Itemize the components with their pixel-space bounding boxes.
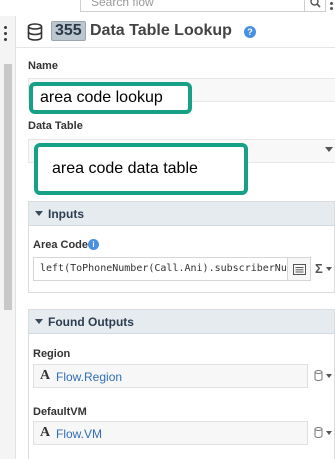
scrollbar-thumb[interactable] bbox=[4, 64, 12, 310]
left-rail bbox=[0, 16, 16, 459]
chevron-down-icon bbox=[326, 267, 332, 271]
more-menu-icon[interactable] bbox=[326, 0, 335, 16]
database-icon bbox=[27, 23, 43, 41]
step-number-badge: 355 bbox=[51, 21, 86, 41]
string-type-icon: A bbox=[40, 425, 51, 440]
region-variable-input[interactable]: A Flow.Region bbox=[33, 364, 308, 388]
chevron-down-icon bbox=[326, 374, 332, 378]
database-icon bbox=[314, 427, 323, 438]
properties-panel: 355 Data Table Lookup ? Name area code l… bbox=[16, 16, 335, 459]
region-variable-menu[interactable] bbox=[311, 364, 335, 388]
data-table-label: Data Table bbox=[28, 120, 83, 132]
search-button[interactable] bbox=[304, 0, 326, 12]
default-vm-label: DefaultVM bbox=[33, 406, 87, 418]
region-variable: Flow.Region bbox=[56, 370, 123, 384]
area-code-expression: left(ToPhoneNumber(Call.Ani).subscriberN… bbox=[40, 263, 288, 274]
default-vm-variable-menu[interactable] bbox=[311, 421, 335, 445]
search-placeholder: Search flow bbox=[91, 0, 154, 9]
expression-editor-icon bbox=[293, 264, 306, 275]
info-icon[interactable]: i bbox=[88, 239, 99, 250]
inputs-panel: Inputs Area Code i left(ToPhoneNumber(Ca… bbox=[28, 201, 335, 293]
page-title: Data Table Lookup bbox=[90, 22, 232, 39]
found-outputs-panel-title: Found Outputs bbox=[48, 315, 134, 329]
top-bar: Search flow bbox=[0, 0, 335, 16]
expression-editor-button[interactable] bbox=[287, 257, 311, 281]
inputs-panel-title: Inputs bbox=[48, 207, 84, 221]
data-table-value-callout[interactable]: area code data table bbox=[34, 143, 248, 195]
drag-handle-icon[interactable] bbox=[4, 26, 7, 44]
name-input[interactable]: area code lookup bbox=[29, 82, 192, 114]
default-vm-variable-input[interactable]: A Flow.VM bbox=[33, 421, 308, 445]
panel-header: 355 Data Table Lookup ? bbox=[16, 16, 335, 48]
area-code-label: Area Code bbox=[33, 239, 89, 251]
collapse-caret-icon bbox=[35, 319, 43, 324]
help-icon[interactable]: ? bbox=[244, 26, 256, 38]
sigma-icon: Σ bbox=[315, 261, 323, 276]
data-table-value: area code data table bbox=[52, 160, 198, 177]
name-value: area code lookup bbox=[40, 89, 163, 106]
database-icon bbox=[314, 370, 323, 381]
collapse-caret-icon bbox=[35, 211, 43, 216]
found-outputs-panel: Found Outputs Region A Flow.Region Defau… bbox=[28, 309, 335, 459]
name-label: Name bbox=[28, 60, 58, 72]
default-vm-variable: Flow.VM bbox=[56, 427, 103, 441]
inputs-panel-header[interactable]: Inputs bbox=[29, 202, 334, 226]
search-icon bbox=[310, 0, 321, 8]
chevron-down-icon bbox=[325, 147, 333, 152]
string-type-icon: A bbox=[40, 368, 51, 383]
region-label: Region bbox=[33, 348, 71, 360]
area-code-expression-input[interactable]: left(ToPhoneNumber(Call.Ani).subscriberN… bbox=[33, 257, 288, 281]
sigma-menu-button[interactable]: Σ bbox=[312, 257, 334, 281]
search-input[interactable]: Search flow bbox=[80, 0, 305, 12]
found-outputs-panel-header[interactable]: Found Outputs bbox=[29, 310, 334, 334]
chevron-down-icon bbox=[326, 431, 332, 435]
